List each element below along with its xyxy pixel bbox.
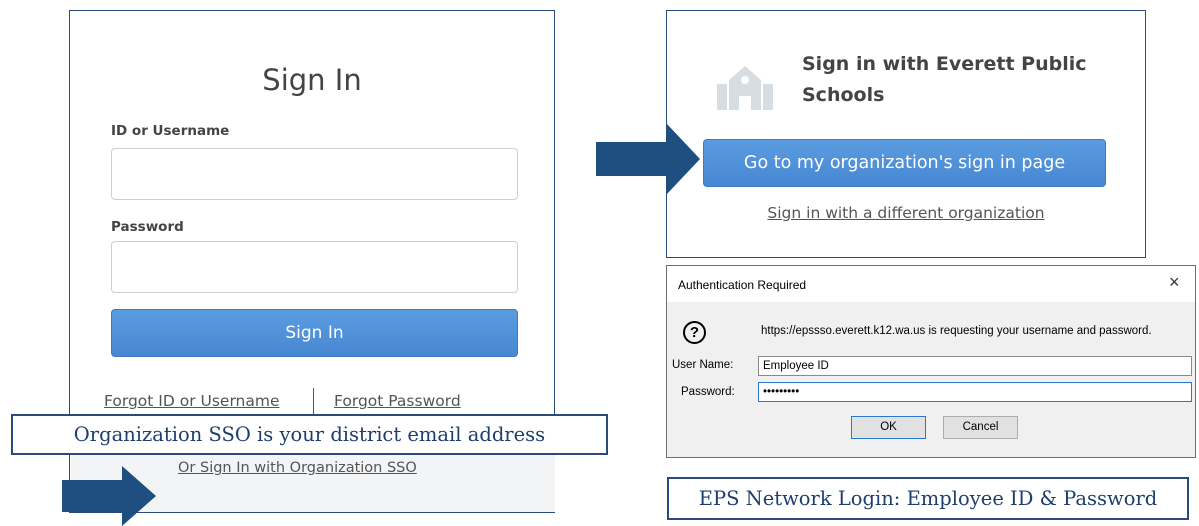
sso-callout: Organization SSO is your district email … — [11, 414, 608, 455]
sign-in-button[interactable]: Sign In — [111, 309, 518, 357]
forgot-password-link[interactable]: Forgot Password — [334, 392, 461, 410]
password-label: Password — [111, 219, 184, 235]
organization-title: Sign in with Everett Public Schools — [802, 53, 1087, 106]
close-icon[interactable]: × — [1169, 272, 1180, 293]
ok-button[interactable]: OK — [851, 416, 926, 439]
organization-panel: Sign in with Everett Public Schools Go t… — [666, 10, 1146, 258]
eps-login-callout: EPS Network Login: Employee ID & Passwor… — [667, 477, 1189, 520]
organization-sso-link[interactable]: Or Sign In with Organization SSO — [178, 460, 417, 476]
password-label: Password: — [681, 386, 735, 398]
arrow-right-icon — [596, 123, 700, 195]
different-organization-link[interactable]: Sign in with a different organization — [667, 204, 1145, 222]
page-title: Sign In — [262, 63, 362, 97]
password-input[interactable]: ••••••••• — [758, 382, 1192, 402]
id-username-input[interactable] — [111, 148, 518, 200]
arrow-right-icon — [62, 466, 156, 526]
dialog-message: https://epssso.everett.k12.wa.us is requ… — [761, 325, 1152, 337]
cancel-button[interactable]: Cancel — [943, 416, 1018, 439]
id-username-label: ID or Username — [111, 123, 230, 139]
org-sign-in-button[interactable]: Go to my organization's sign in page — [703, 139, 1106, 187]
username-input[interactable]: Employee ID — [758, 356, 1192, 376]
forgot-id-link[interactable]: Forgot ID or Username — [104, 392, 280, 410]
password-input[interactable] — [111, 241, 518, 293]
authentication-dialog: Authentication Required × ? https://epss… — [666, 265, 1196, 458]
link-divider — [313, 388, 314, 414]
question-icon: ? — [683, 321, 706, 344]
school-building-icon — [717, 66, 773, 110]
dialog-title: Authentication Required — [678, 278, 807, 292]
username-label: User Name: — [672, 359, 734, 371]
